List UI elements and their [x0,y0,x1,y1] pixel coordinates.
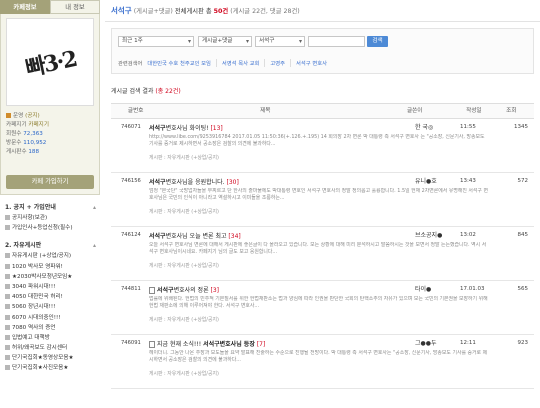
menu-section-title[interactable]: 1. 공지 + 가입안내 ▴ [5,203,96,213]
stat-level: 카페지기 카페지기 [6,121,49,128]
post-author[interactable]: 브소공지● [415,230,442,239]
table-row: 746091 지금 현재 소식!!! 서석구변호사님 등장 [7] 그●●두 1… [111,335,534,389]
post-snippet: 오늘 서석구 변호사님 변론에 대해서 게시판에 좋은글이 다 올라오고 있습니… [149,242,487,256]
table-row: 746156 서석구변호사님을 응원합니다. [30] 유니●호 13:43 5… [111,173,534,227]
result-header: 게시글 검색 결과 (총 22건) [111,88,181,95]
search-input[interactable] [308,36,365,47]
post-snippet: 헤이더니. 그동안 나온 주장과 보도들을 요약 발표해 진술하는 수준으로 진… [149,350,488,364]
post-title[interactable]: 서석구변호사의 정론 [3] [149,285,219,294]
board-icon [5,345,10,351]
table-row: 746124 서석구변호사님 오늘 변론 최고 [34] 브소공지● 13:02… [111,227,534,281]
stat-visits: 방문수 110,952 [6,139,47,146]
join-cafe-button[interactable]: 카페 가입하기 [6,175,94,189]
post-snippet: 엄청 "본국단" 국방업자들을 무찌르고 단 한사의 출마물에도 박대통령 변호… [149,188,488,202]
manager-icon [6,113,11,118]
search-area: 최근 1주 게시글+댓글 서석구 검색 관련검색어 대한민국 수호 천주교인 모… [111,28,534,74]
menu-item[interactable]: 7080 역사의 증언 [5,323,96,333]
keyword-select[interactable]: 서석구 [255,36,305,47]
sidebar-menu: 1. 공지 + 가입안내 ▴ 공지사항(보관) 가입인사+등업신청(필수) 2. … [0,203,100,374]
related-link[interactable]: 대한민국 수호 천주교인 모임 [147,59,216,67]
menu-item[interactable]: 허위/왜곡보도 감시센터 [5,343,96,353]
table-row: 744811 서석구변호사의 정론 [3] 타이● 17.01.03 565 법… [111,281,534,335]
stat-posts: 게시판수 188 [6,148,40,155]
logo-text: 빠3·2 [22,45,78,82]
related-link[interactable]: 서석구 변호사 [290,59,332,67]
board-icon [5,304,10,310]
menu-item[interactable]: 단기국집회★사진모음★ [5,363,96,373]
main-content: 서석구 (게시글+댓글) 전체게시판 총 50건 (게시글 22건, 댓글 28… [105,0,540,408]
board-icon [5,314,10,320]
board-icon [5,253,10,259]
board-icon [5,355,10,361]
tab-cafe-info[interactable]: 카페정보 [0,0,50,14]
cafe-info-box: 빠3·2 운영 (공지) 카페지기 카페지기 회원수 72,363 방문수 11… [0,14,100,195]
menu-item[interactable]: 입법예고 대책방 [5,333,96,343]
post-board[interactable]: 게시판 : 자유게시판 (+상업/공지) [149,370,219,377]
results-table: 글번호 제목 글쓴이 작성일 조회 746071 서석구변호사님 화이팅! [1… [111,103,534,389]
board-icon [5,324,10,330]
stat-manager: 운영 (공지) [6,112,94,121]
related-link[interactable]: 고영주 [264,59,290,67]
post-title[interactable]: 서석구변호사님을 응원합니다. [30] [149,177,239,186]
board-icon [5,215,10,220]
sidebar: 카페정보 내 정보 빠3·2 운영 (공지) 카페지기 카페지기 회원수 72,… [0,0,100,408]
post-board[interactable]: 게시판 : 자유게시판 (+상업/공지) [149,262,219,269]
menu-item[interactable]: 5060 장년시대!!! [5,302,96,312]
post-board[interactable]: 게시판 : 자유게시판 (+상업/공지) [149,154,219,161]
post-author[interactable]: 타이● [415,284,431,293]
post-icon [149,287,155,294]
tab-my-info[interactable]: 내 정보 [50,0,100,14]
board-icon [5,294,10,300]
search-summary-title: 서석구 (게시글+댓글) 전체게시판 총 50건 (게시글 22건, 댓글 28… [105,0,540,22]
search-keyword-title: 서석구 [111,6,132,15]
post-icon [149,341,155,348]
menu-item[interactable]: ★2030박사모청년모임★ [5,272,96,282]
post-title[interactable]: 지금 현재 소식!!! 서석구변호사님 등장 [7] [149,339,265,348]
post-snippet: 법률에 위배된다. 헌법의 민주적 기본질서를 위한 헌법재판소는 법과 양심에… [149,296,488,310]
menu-item[interactable]: 가입인사+등업신청(필수) [5,223,96,233]
post-snippet: http://www.libe.com/9253916784 2017.01.0… [149,134,485,148]
collapse-arrow-icon: ▴ [92,242,96,250]
board-icon [5,263,10,269]
table-header: 글번호 제목 글쓴이 작성일 조회 [111,104,534,119]
table-row: 746071 서석구변호사님 화이팅! [13] 한 국◎ 11:55 1345… [111,119,534,173]
post-author[interactable]: 유니●호 [415,176,437,185]
post-author[interactable]: 한 국◎ [415,122,433,131]
related-link[interactable]: 서영석 목사 교회 [215,59,264,67]
menu-item[interactable]: 1020 박사모 영파워! [5,262,96,272]
board-icon [5,225,10,231]
stat-members: 회원수 72,363 [6,130,43,137]
period-select[interactable]: 최근 1주 [118,36,194,47]
related-searches: 관련검색어 대한민국 수호 천주교인 모임 서영석 목사 교회 고영주 서석구 … [118,58,527,68]
menu-item[interactable]: 6070 시대의중인!!! [5,313,96,323]
board-icon [5,365,10,371]
menu-item[interactable]: 4050 대한민국 허리! [5,292,96,302]
menu-item[interactable]: 3040 파워시대!!! [5,282,96,292]
collapse-arrow-icon: ▴ [92,204,96,211]
board-icon [5,273,10,279]
menu-item[interactable]: 공지사항(보관) [5,213,96,223]
post-board[interactable]: 게시판 : 자유게시판 (+상업/공지) [149,208,219,215]
post-board[interactable]: 게시판 : 자유게시판 (+상업/공지) [149,316,219,323]
post-author[interactable]: 그●●두 [415,338,437,347]
post-title[interactable]: 서석구변호사님 오늘 변론 최고 [34] [149,231,241,240]
menu-section-title[interactable]: 2. 자유게시판 ▴ [5,241,96,251]
menu-item[interactable]: 단기국집회★동영상모음★ [5,353,96,363]
menu-item[interactable]: 자유게시판 (+상업/공지) [5,251,96,261]
scope-select[interactable]: 게시글+댓글 [198,36,252,47]
search-button[interactable]: 검색 [367,36,388,47]
board-icon [5,334,10,340]
cafe-logo[interactable]: 빠3·2 [6,18,94,106]
board-icon [5,283,10,289]
sidebar-tabs: 카페정보 내 정보 [0,0,100,14]
post-title[interactable]: 서석구변호사님 화이팅! [13] [149,123,223,132]
